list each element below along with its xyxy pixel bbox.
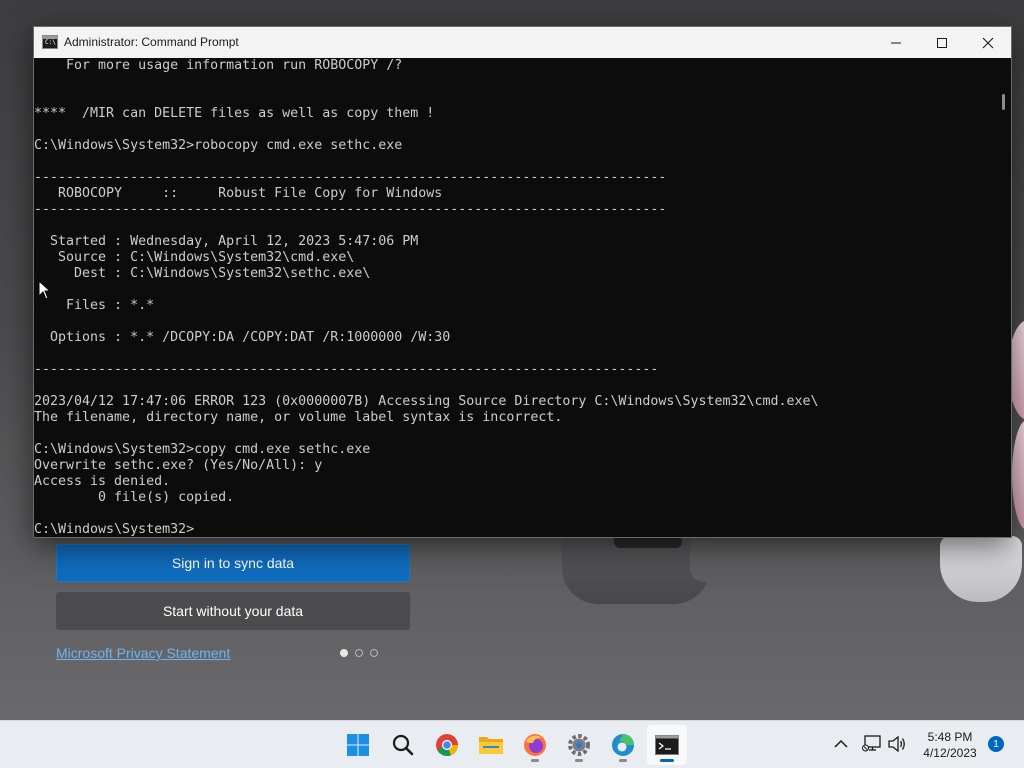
- privacy-statement-link[interactable]: Microsoft Privacy Statement: [56, 645, 230, 661]
- network-button[interactable]: [861, 733, 883, 755]
- console-line: Dest : C:\Windows\System32\sethc.exe\: [34, 266, 371, 281]
- sign-in-sync-button[interactable]: Sign in to sync data: [56, 544, 410, 582]
- show-hidden-icons-button[interactable]: [830, 733, 852, 755]
- console-line: For more usage information run ROBOCOPY …: [34, 58, 403, 73]
- network-icon: [862, 735, 881, 752]
- notification-badge[interactable]: 1: [988, 736, 1004, 752]
- running-indicator: [575, 759, 583, 762]
- volume-button[interactable]: [886, 733, 908, 755]
- console-output[interactable]: For more usage information run ROBOCOPY …: [34, 58, 996, 537]
- command-prompt-button[interactable]: [647, 725, 687, 765]
- start-without-data-button[interactable]: Start without your data: [56, 592, 410, 630]
- console-line: Overwrite sethc.exe? (Yes/No/All): y: [34, 458, 323, 473]
- clock[interactable]: 5:48 PM 4/12/2023: [915, 729, 985, 761]
- folder-icon: [479, 737, 503, 754]
- cmd-icon[interactable]: C:\: [42, 35, 58, 49]
- running-indicator: [531, 759, 539, 762]
- windows-logo-icon: [347, 734, 369, 756]
- minimize-icon: [891, 42, 901, 43]
- page-indicator: [340, 649, 378, 657]
- search-button[interactable]: [383, 725, 423, 765]
- console-line: Started : Wednesday, April 12, 2023 5:47…: [34, 234, 419, 249]
- pager-dot: [370, 649, 378, 657]
- firefox-button[interactable]: [515, 725, 555, 765]
- cmd-icon-text: C:\: [45, 39, 56, 46]
- close-button[interactable]: [965, 27, 1011, 58]
- console-line: Source : C:\Windows\System32\cmd.exe\: [34, 250, 355, 265]
- console-line: C:\Windows\System32>copy cmd.exe sethc.e…: [34, 442, 371, 457]
- clock-date: 4/12/2023: [923, 746, 977, 760]
- console-line: 2023/04/12 17:47:06 ERROR 123 (0x0000007…: [34, 394, 819, 409]
- console-line: **** /MIR can DELETE files as well as co…: [34, 106, 435, 121]
- chrome-icon: [436, 734, 458, 756]
- window-title: Administrator: Command Prompt: [64, 35, 239, 49]
- pager-dot: [355, 649, 363, 657]
- command-prompt-window[interactable]: C:\ Administrator: Command Prompt For mo…: [33, 26, 1012, 538]
- console-line: The filename, directory name, or volume …: [34, 410, 563, 425]
- active-indicator: [660, 759, 674, 762]
- pager-dot: [340, 649, 348, 657]
- start-button[interactable]: [338, 725, 378, 765]
- terminal-icon: [655, 735, 679, 755]
- clock-time: 5:48 PM: [927, 730, 973, 744]
- console-line: 0 file(s) copied.: [34, 490, 235, 505]
- file-explorer-button[interactable]: [471, 725, 511, 765]
- maximize-button[interactable]: [919, 27, 965, 58]
- console-line: ----------------------------------------…: [34, 362, 659, 377]
- console-line: C:\Windows\System32>: [34, 522, 195, 537]
- running-indicator: [619, 759, 627, 762]
- close-icon: [982, 37, 994, 48]
- scrollbar-thumb[interactable]: [1002, 94, 1005, 110]
- taskbar: 5:48 PM 4/12/2023 1: [0, 720, 1024, 768]
- console-line: C:\Windows\System32>robocopy cmd.exe set…: [34, 138, 403, 153]
- search-icon: [392, 734, 414, 756]
- gear-icon: [568, 734, 590, 756]
- background-flower: [1012, 420, 1024, 530]
- settings-button[interactable]: [559, 725, 599, 765]
- console-line: Options : *.* /DCOPY:DA /COPY:DAT /R:100…: [34, 330, 451, 345]
- background-table: [690, 540, 950, 582]
- console-line: Access is denied.: [34, 474, 171, 489]
- mouse-pointer-icon: [38, 280, 52, 300]
- vertical-scrollbar[interactable]: [996, 58, 1011, 537]
- chrome-button[interactable]: [427, 725, 467, 765]
- title-bar[interactable]: C:\ Administrator: Command Prompt: [34, 27, 1011, 58]
- console-line: ----------------------------------------…: [34, 170, 667, 185]
- minimize-button[interactable]: [873, 27, 919, 58]
- maximize-icon: [937, 37, 947, 48]
- chevron-up-icon: [834, 739, 848, 748]
- console-line: Files : *.*: [34, 298, 155, 313]
- edge-button[interactable]: [603, 725, 643, 765]
- background-vase: [940, 536, 1022, 602]
- firefox-icon: [524, 734, 546, 756]
- volume-icon: [888, 735, 905, 753]
- console-line: ROBOCOPY :: Robust File Copy for Windows: [34, 186, 443, 201]
- edge-icon: [612, 734, 634, 756]
- console-line: ----------------------------------------…: [34, 202, 667, 217]
